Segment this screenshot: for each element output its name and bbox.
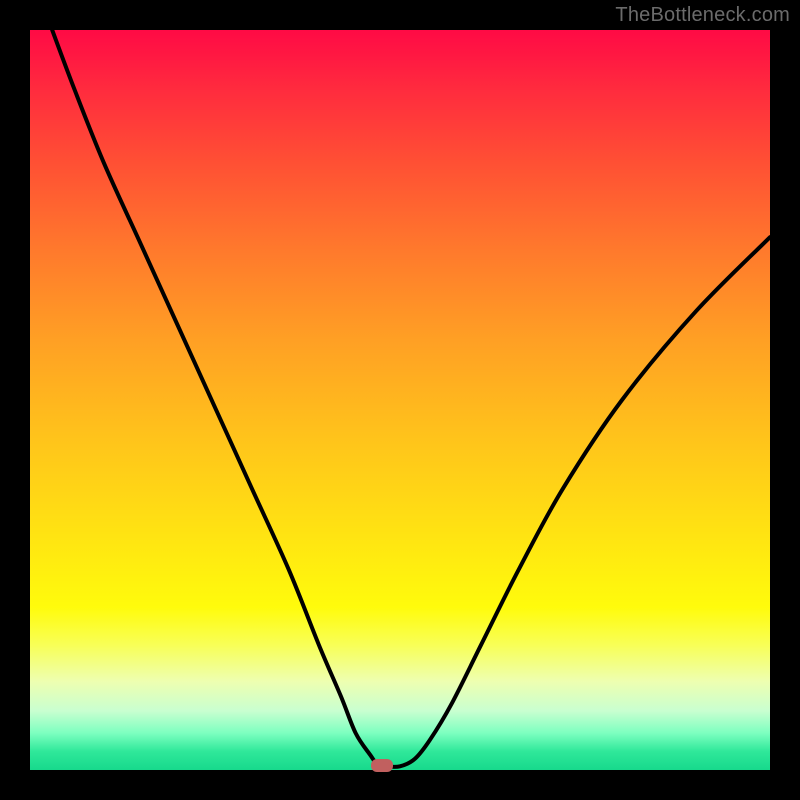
optimal-point-marker [371,759,393,772]
chart-frame [30,30,770,770]
watermark-text: TheBottleneck.com [615,4,790,27]
bottleneck-curve [30,30,770,770]
